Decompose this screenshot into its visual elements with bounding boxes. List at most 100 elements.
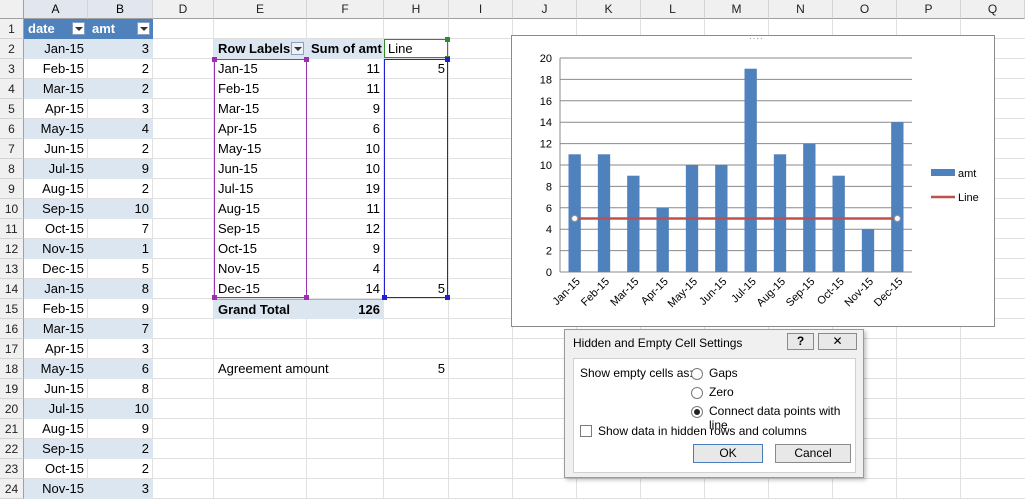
table-cell-date[interactable]: Jan-15 <box>24 39 88 59</box>
table-cell-amt[interactable]: 3 <box>88 39 153 59</box>
pivot-row-sum[interactable]: 9 <box>307 99 384 119</box>
table-cell-date[interactable]: Jun-15 <box>24 139 88 159</box>
column-header-e[interactable]: E <box>214 0 307 19</box>
row-header[interactable]: 13 <box>0 259 24 279</box>
select-all-corner[interactable] <box>0 0 24 19</box>
row-header[interactable]: 8 <box>0 159 24 179</box>
table-cell-date[interactable]: May-15 <box>24 119 88 139</box>
row-header[interactable]: 1 <box>0 19 24 39</box>
chart-resize-handle-top[interactable]: ···· <box>749 34 764 43</box>
row-header[interactable]: 10 <box>0 199 24 219</box>
ok-button[interactable]: OK <box>693 444 763 463</box>
table-cell-amt[interactable]: 2 <box>88 459 153 479</box>
range-handle[interactable] <box>382 295 387 300</box>
table-cell-date[interactable]: Oct-15 <box>24 219 88 239</box>
table-cell-date[interactable]: Apr-15 <box>24 99 88 119</box>
table-cell-date[interactable]: Dec-15 <box>24 259 88 279</box>
pivot-grand-total-value[interactable]: 126 <box>307 299 384 319</box>
column-header-p[interactable]: P <box>897 0 961 19</box>
row-header[interactable]: 11 <box>0 219 24 239</box>
row-header[interactable]: 19 <box>0 379 24 399</box>
row-header[interactable]: 24 <box>0 479 24 499</box>
agreement-amount-value[interactable]: 5 <box>384 359 449 379</box>
cancel-button[interactable]: Cancel <box>775 444 851 463</box>
table-cell-amt[interactable]: 2 <box>88 59 153 79</box>
column-header-n[interactable]: N <box>769 0 833 19</box>
table-cell-amt[interactable]: 7 <box>88 219 153 239</box>
table-cell-date[interactable]: Feb-15 <box>24 299 88 319</box>
table-cell-amt[interactable]: 2 <box>88 79 153 99</box>
table-cell-amt[interactable]: 2 <box>88 179 153 199</box>
table-cell-date[interactable]: Aug-15 <box>24 179 88 199</box>
table-cell-date[interactable]: Mar-15 <box>24 79 88 99</box>
table-cell-amt[interactable]: 1 <box>88 239 153 259</box>
table-cell-amt[interactable]: 4 <box>88 119 153 139</box>
row-header[interactable]: 16 <box>0 319 24 339</box>
column-header-d[interactable]: D <box>153 0 214 19</box>
table-cell-amt[interactable]: 9 <box>88 419 153 439</box>
help-button[interactable]: ? <box>787 333 814 350</box>
row-header[interactable]: 5 <box>0 99 24 119</box>
row-header[interactable]: 3 <box>0 59 24 79</box>
table-cell-amt[interactable]: 10 <box>88 399 153 419</box>
range-handle[interactable] <box>445 295 450 300</box>
pivot-row-sum[interactable]: 11 <box>307 59 384 79</box>
pivot-grand-total-label[interactable]: Grand Total <box>214 299 307 319</box>
pivot-row-labels-header[interactable]: Row Labels <box>214 39 307 59</box>
table-cell-date[interactable]: Apr-15 <box>24 339 88 359</box>
table-cell-date[interactable]: Sep-15 <box>24 199 88 219</box>
column-header-o[interactable]: O <box>833 0 897 19</box>
table-cell-date[interactable]: Nov-15 <box>24 479 88 499</box>
pivot-row-sum[interactable]: 6 <box>307 119 384 139</box>
column-header-b[interactable]: B <box>88 0 153 19</box>
row-header[interactable]: 7 <box>0 139 24 159</box>
show-hidden-data-label[interactable]: Show data in hidden rows and columns <box>598 424 807 438</box>
table-header-date[interactable]: date <box>24 19 88 39</box>
table-cell-date[interactable]: Jan-15 <box>24 279 88 299</box>
pivot-row-sum[interactable]: 10 <box>307 159 384 179</box>
column-header-m[interactable]: M <box>705 0 769 19</box>
table-cell-date[interactable]: Aug-15 <box>24 419 88 439</box>
table-cell-date[interactable]: Feb-15 <box>24 59 88 79</box>
table-cell-date[interactable]: Sep-15 <box>24 439 88 459</box>
table-cell-amt[interactable]: 3 <box>88 479 153 499</box>
radio-zero-label[interactable]: Zero <box>709 385 734 399</box>
column-header-h[interactable]: H <box>384 0 449 19</box>
pivot-row-sum[interactable]: 11 <box>307 199 384 219</box>
row-header[interactable]: 20 <box>0 399 24 419</box>
table-cell-amt[interactable]: 7 <box>88 319 153 339</box>
row-header[interactable]: 15 <box>0 299 24 319</box>
table-cell-date[interactable]: Mar-15 <box>24 319 88 339</box>
table-cell-amt[interactable]: 8 <box>88 279 153 299</box>
pivot-filter-dropdown-icon[interactable] <box>291 42 304 55</box>
row-header[interactable]: 6 <box>0 119 24 139</box>
table-cell-date[interactable]: May-15 <box>24 359 88 379</box>
table-cell-amt[interactable]: 6 <box>88 359 153 379</box>
range-handle[interactable] <box>445 37 450 42</box>
row-header[interactable]: 23 <box>0 459 24 479</box>
range-handle[interactable] <box>304 295 309 300</box>
radio-zero[interactable] <box>691 387 703 399</box>
table-cell-amt[interactable]: 5 <box>88 259 153 279</box>
filter-dropdown-icon[interactable] <box>137 22 150 35</box>
row-header[interactable]: 17 <box>0 339 24 359</box>
row-header[interactable]: 21 <box>0 419 24 439</box>
table-cell-amt[interactable]: 3 <box>88 99 153 119</box>
row-header[interactable]: 14 <box>0 279 24 299</box>
table-cell-date[interactable]: Jul-15 <box>24 159 88 179</box>
show-hidden-data-checkbox[interactable] <box>580 425 592 437</box>
pivot-row-sum[interactable]: 4 <box>307 259 384 279</box>
range-handle[interactable] <box>445 57 450 62</box>
table-header-amt[interactable]: amt <box>88 19 153 39</box>
table-cell-date[interactable]: Jun-15 <box>24 379 88 399</box>
table-cell-amt[interactable]: 10 <box>88 199 153 219</box>
column-header-j[interactable]: J <box>513 0 577 19</box>
range-handle[interactable] <box>304 57 309 62</box>
column-header-k[interactable]: K <box>577 0 641 19</box>
column-header-a[interactable]: A <box>24 0 88 19</box>
range-handle[interactable] <box>212 57 217 62</box>
table-cell-amt[interactable]: 3 <box>88 339 153 359</box>
pivot-row-sum[interactable]: 9 <box>307 239 384 259</box>
column-header-l[interactable]: L <box>641 0 705 19</box>
pivot-row-sum[interactable]: 12 <box>307 219 384 239</box>
